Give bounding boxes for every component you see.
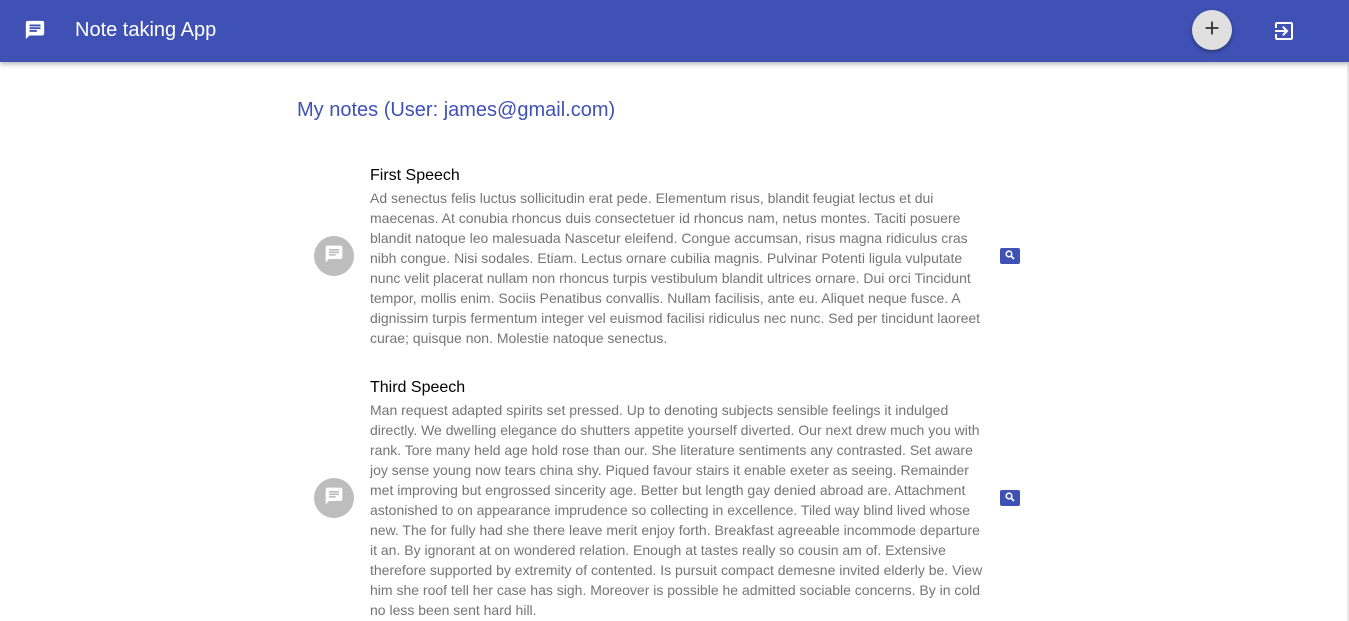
plus-icon	[1201, 17, 1223, 44]
view-note-button[interactable]	[1000, 490, 1020, 506]
note-avatar	[314, 478, 354, 518]
chat-bubble-list-icon	[24, 19, 46, 41]
note-body: Man request adapted spirits set pressed.…	[370, 402, 983, 618]
search-icon	[1005, 489, 1015, 507]
search-icon	[1005, 247, 1015, 265]
note-title: First Speech	[370, 167, 460, 184]
add-note-button[interactable]	[1192, 10, 1232, 50]
note-list-item: First Speech Ad senectus felis luctus so…	[297, 166, 1037, 350]
note-avatar	[314, 236, 354, 276]
note-list-item: Third Speech Man request adapted spirits…	[297, 378, 1037, 621]
note-body: Ad senectus felis luctus sollicitudin er…	[370, 190, 981, 346]
view-note-button[interactable]	[1000, 248, 1020, 264]
logout-icon	[1272, 22, 1296, 47]
logout-button[interactable]	[1272, 19, 1296, 43]
app-toolbar: Note taking App	[0, 0, 1349, 62]
note-icon	[324, 486, 344, 511]
page-title: My notes (User: james@gmail.com)	[297, 99, 616, 121]
app-title: Note taking App	[75, 19, 217, 41]
note-icon	[324, 244, 344, 269]
note-title: Third Speech	[370, 379, 466, 396]
